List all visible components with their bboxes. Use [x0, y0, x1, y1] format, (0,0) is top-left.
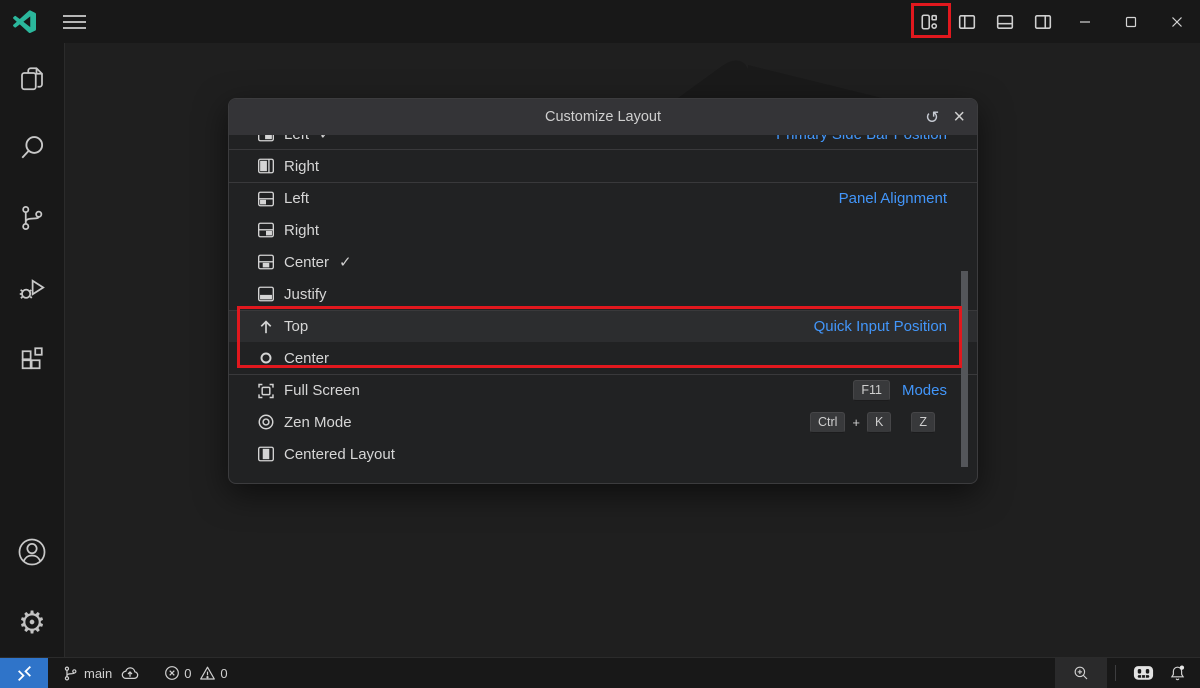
- minimize-button[interactable]: [1062, 0, 1108, 43]
- error-count: 0: [184, 666, 191, 681]
- dialog-title: Customize Layout: [229, 109, 977, 125]
- maximize-button[interactable]: [1108, 0, 1154, 43]
- check-icon: ✓: [339, 253, 352, 271]
- customize-layout-button[interactable]: [910, 0, 948, 43]
- editor-watermark: [600, 45, 920, 98]
- dialog-row-right[interactable]: Right: [229, 214, 977, 246]
- status-bar: main 0 0: [0, 657, 1200, 688]
- row-label: Right: [284, 158, 319, 175]
- copilot-icon[interactable]: [1126, 658, 1160, 688]
- activity-bar: ⚙: [0, 43, 65, 657]
- screen-full-icon: [257, 382, 275, 400]
- search-icon[interactable]: [0, 113, 65, 183]
- layout-panel-right-icon: [257, 221, 275, 239]
- dialog-row-center[interactable]: Center ✓: [229, 246, 977, 278]
- warning-count: 0: [220, 666, 227, 681]
- dialog-row-full-screen[interactable]: Full Screen F11 Modes: [229, 374, 977, 406]
- section-label[interactable]: Quick Input Position: [814, 318, 947, 335]
- dialog-row-left[interactable]: Left ✓ Primary Side Bar Position: [229, 135, 977, 150]
- extensions-icon[interactable]: [0, 323, 65, 393]
- keybinding: Ctrl+KZ: [810, 412, 935, 433]
- layout-centered-icon: [257, 445, 275, 463]
- row-label: Full Screen: [284, 382, 360, 399]
- check-icon: ✓: [319, 135, 332, 143]
- row-label: Centered Layout: [284, 446, 395, 463]
- row-label: Center: [284, 254, 329, 271]
- row-label: Justify: [284, 286, 327, 303]
- layout-sidebar-left-icon: [257, 135, 275, 143]
- dialog-row-center[interactable]: Center: [229, 342, 977, 374]
- customize-layout-dialog: Customize Layout ↺ × Left ✓ Primary Side…: [228, 98, 978, 484]
- keybinding: F11: [853, 380, 890, 401]
- dialog-row-justify[interactable]: Justify: [229, 278, 977, 310]
- vscode-logo-icon: [13, 10, 36, 33]
- dialog-row-left[interactable]: Left Panel Alignment: [229, 182, 977, 214]
- dialog-row-top[interactable]: Top Quick Input Position: [229, 310, 977, 342]
- toggle-panel-button[interactable]: [986, 0, 1024, 43]
- layout-panel-center-icon: [257, 253, 275, 271]
- section-label[interactable]: Modes: [902, 382, 947, 399]
- dialog-header[interactable]: Customize Layout ↺ ×: [229, 99, 977, 135]
- source-control-icon[interactable]: [0, 183, 65, 253]
- dialog-row-centered-layout[interactable]: Centered Layout: [229, 438, 977, 470]
- dialog-close-icon[interactable]: ×: [953, 107, 965, 127]
- zen-mode-icon: [257, 413, 275, 431]
- run-and-debug-icon[interactable]: [0, 253, 65, 323]
- row-label: Left: [284, 190, 309, 207]
- problems-indicator[interactable]: 0 0: [158, 658, 233, 688]
- zoom-indicator[interactable]: [1055, 658, 1107, 688]
- section-label[interactable]: Panel Alignment: [839, 190, 947, 207]
- dialog-scrollbar[interactable]: [961, 271, 968, 467]
- layout-panel-justify-icon: [257, 285, 275, 303]
- title-bar: [0, 0, 1200, 43]
- branch-name: main: [84, 666, 112, 681]
- notifications-bell-icon[interactable]: [1160, 658, 1194, 688]
- accounts-icon[interactable]: [0, 517, 65, 587]
- layout-sidebar-right-icon: [257, 157, 275, 175]
- dialog-list: Left ✓ Primary Side Bar Position Right L…: [229, 135, 977, 483]
- close-window-button[interactable]: [1154, 0, 1200, 43]
- layout-panel-left-icon: [257, 190, 275, 208]
- section-label[interactable]: Primary Side Bar Position: [776, 135, 947, 143]
- remote-indicator[interactable]: [0, 658, 48, 688]
- arrow-up-icon: [257, 318, 275, 336]
- row-label: Center: [284, 350, 329, 367]
- menu-hamburger-icon[interactable]: [62, 14, 87, 30]
- dialog-row-right[interactable]: Right: [229, 150, 977, 182]
- statusbar-separator: [1115, 665, 1116, 681]
- toggle-secondary-sidebar-button[interactable]: [1024, 0, 1062, 43]
- row-label: Left: [284, 135, 309, 143]
- dialog-row-zen-mode[interactable]: Zen Mode Ctrl+KZ: [229, 406, 977, 438]
- reset-layout-icon[interactable]: ↺: [925, 109, 939, 126]
- vscode-window: ⚙ Customize Layout ↺ × Left ✓ Primary Si…: [0, 0, 1200, 688]
- row-label: Right: [284, 222, 319, 239]
- record-small-icon: [257, 349, 275, 367]
- branch-indicator[interactable]: main: [56, 658, 146, 688]
- row-label: Zen Mode: [284, 414, 352, 431]
- clipped-row-container: Left ✓ Primary Side Bar Position: [229, 135, 977, 150]
- row-label: Top: [284, 318, 308, 335]
- settings-gear-icon[interactable]: ⚙: [0, 587, 65, 657]
- toggle-primary-sidebar-button[interactable]: [948, 0, 986, 43]
- explorer-icon[interactable]: [0, 43, 65, 113]
